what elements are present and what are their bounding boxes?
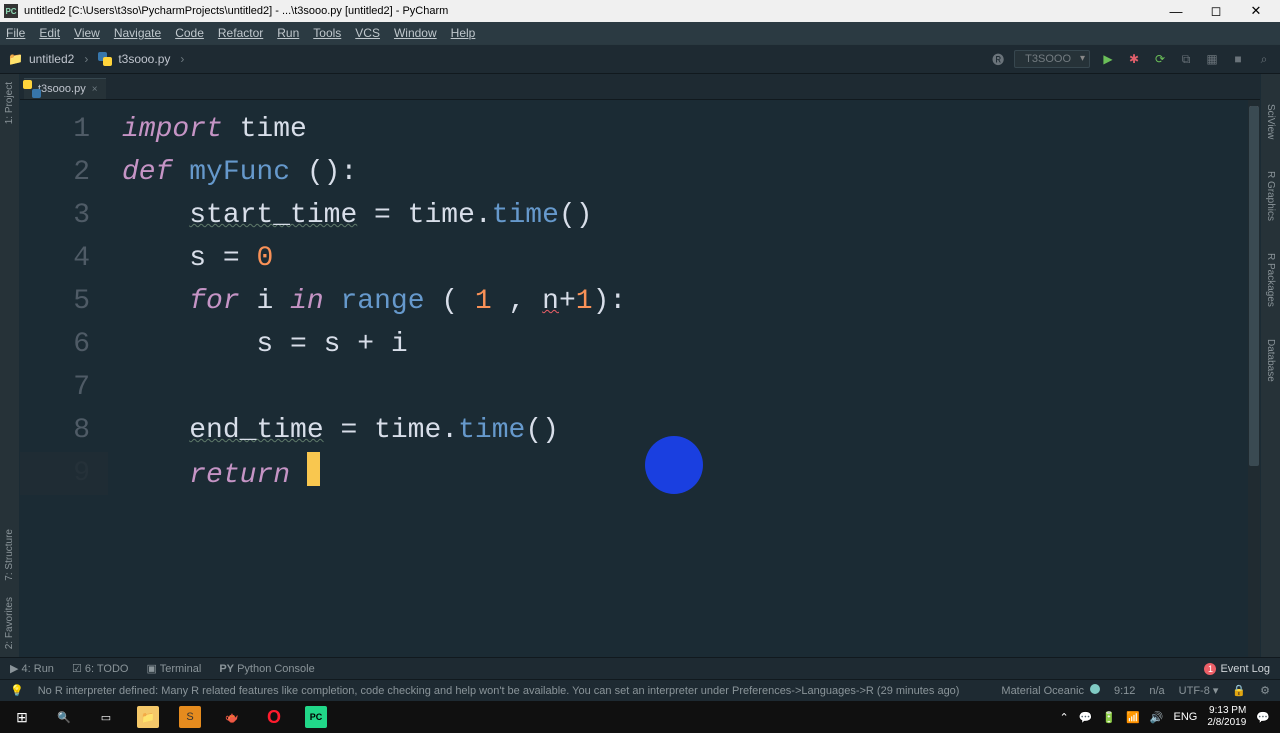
tip-icon: 💡 <box>10 684 24 697</box>
menu-file[interactable]: File <box>6 26 25 40</box>
status-bar: 💡 No R interpreter defined: Many R relat… <box>0 679 1280 701</box>
tray-volume-icon[interactable]: 🔊 <box>1150 711 1164 724</box>
editor-scrollbar[interactable] <box>1248 100 1260 657</box>
geany-icon[interactable]: 🫖 <box>212 701 252 733</box>
folder-icon: 📁 <box>8 52 23 66</box>
cursor-highlight-overlay <box>645 436 703 494</box>
debug-button[interactable]: ✱ <box>1126 52 1142 66</box>
file-explorer-icon[interactable]: 📁 <box>128 701 168 733</box>
tray-battery-icon[interactable]: 🔋 <box>1102 711 1116 724</box>
minimize-button[interactable]: — <box>1156 4 1196 19</box>
breadcrumb-file[interactable]: t3sooo.py <box>118 52 170 66</box>
menu-tools[interactable]: Tools <box>313 26 341 40</box>
cursor-position[interactable]: 9:12 <box>1114 685 1135 697</box>
search-everywhere-button[interactable]: ⌕ <box>1256 52 1272 67</box>
event-log[interactable]: 1Event Log <box>1204 663 1270 675</box>
tool-project[interactable]: 1: Project <box>2 74 17 132</box>
editor-tabs: t3sooo.py × <box>20 74 1260 100</box>
profile-button[interactable]: ⧉ <box>1178 52 1194 67</box>
menu-vcs[interactable]: VCS <box>355 26 380 40</box>
window-title: untitled2 [C:\Users\t3so\PycharmProjects… <box>24 5 448 17</box>
tray-clock[interactable]: 9:13 PM 2/8/2019 <box>1207 705 1246 729</box>
windows-taskbar: ⊞ 🔍 ▭ 📁 S 🫖 O PC ⌃ 💬 🔋 📶 🔊 ENG 9:13 PM 2… <box>0 701 1280 733</box>
stop-button[interactable]: ■ <box>1230 52 1246 66</box>
bottom-tool-bar: ▶ 4: Run ☑ 6: TODO ▣ Terminal PY Python … <box>0 657 1280 679</box>
code-editor[interactable]: 1 2 3 4 5 6 7 8 9 import time def myFunc… <box>20 100 1260 657</box>
navigation-bar: 📁 untitled2 › t3sooo.py › 🅡 T3SOOO ▶ ✱ ⟳… <box>0 44 1280 74</box>
tool-database[interactable]: Database <box>1263 331 1278 390</box>
tray-notification-icon[interactable]: 💬 <box>1079 711 1093 724</box>
close-button[interactable]: ✕ <box>1236 3 1276 19</box>
menu-edit[interactable]: Edit <box>39 26 60 40</box>
tool-structure[interactable]: 7: Structure <box>2 521 17 589</box>
tool-run[interactable]: ▶ 4: Run <box>10 662 54 675</box>
lock-icon[interactable]: 🔒 <box>1232 684 1246 697</box>
app-icon: PC <box>4 4 18 18</box>
scroll-thumb[interactable] <box>1249 106 1259 466</box>
attach-button[interactable]: ▦ <box>1204 52 1220 66</box>
menu-navigate[interactable]: Navigate <box>114 26 161 40</box>
right-tool-gutter: SciView R Graphics R Packages Database <box>1260 74 1280 657</box>
editor-tab[interactable]: t3sooo.py × <box>24 78 106 99</box>
menu-bar: File Edit View Navigate Code Refactor Ru… <box>0 22 1280 44</box>
coverage-button[interactable]: ⟳ <box>1152 52 1168 66</box>
text-cursor <box>307 452 320 486</box>
tool-rpackages[interactable]: R Packages <box>1263 245 1278 315</box>
settings-icon[interactable]: ⚙ <box>1260 684 1270 697</box>
r-lang-icon[interactable]: 🅡 <box>992 51 1004 68</box>
menu-refactor[interactable]: Refactor <box>218 26 263 40</box>
line-numbers: 1 2 3 4 5 6 7 8 9 <box>20 100 108 657</box>
file-encoding[interactable]: UTF-8 ▾ <box>1179 684 1219 697</box>
search-button[interactable]: 🔍 <box>44 701 84 733</box>
tip-message[interactable]: No R interpreter defined: Many R related… <box>38 685 960 697</box>
tray-network-icon[interactable]: 📶 <box>1126 711 1140 724</box>
menu-help[interactable]: Help <box>451 26 476 40</box>
tool-sciview[interactable]: SciView <box>1263 96 1278 147</box>
run-button[interactable]: ▶ <box>1100 52 1116 66</box>
window-titlebar: PC untitled2 [C:\Users\t3so\PycharmProje… <box>0 0 1280 22</box>
tool-terminal[interactable]: ▣ Terminal <box>146 662 201 675</box>
close-tab-icon[interactable]: × <box>92 84 98 95</box>
tool-todo[interactable]: ☑ 6: TODO <box>72 662 129 675</box>
task-view-button[interactable]: ▭ <box>86 701 126 733</box>
start-button[interactable]: ⊞ <box>2 701 42 733</box>
theme-indicator[interactable]: Material Oceanic <box>1001 684 1100 697</box>
code-content[interactable]: import time def myFunc (): start_time = … <box>108 100 1260 657</box>
menu-window[interactable]: Window <box>394 26 437 40</box>
tool-favorites[interactable]: 2: Favorites <box>2 589 17 657</box>
breadcrumb-project[interactable]: untitled2 <box>29 52 74 66</box>
selection-info: n/a <box>1149 685 1164 697</box>
menu-run[interactable]: Run <box>277 26 299 40</box>
opera-icon[interactable]: O <box>254 701 294 733</box>
chevron-right-icon: › <box>180 52 184 66</box>
sublime-icon[interactable]: S <box>170 701 210 733</box>
tool-rgraphics[interactable]: R Graphics <box>1263 163 1278 229</box>
menu-code[interactable]: Code <box>175 26 204 40</box>
tool-python-console[interactable]: PY Python Console <box>219 663 314 675</box>
pycharm-taskbar-icon[interactable]: PC <box>296 701 336 733</box>
action-center-icon[interactable]: 💬 <box>1256 711 1270 724</box>
run-configuration-select[interactable]: T3SOOO <box>1014 50 1090 68</box>
tab-label: t3sooo.py <box>38 83 86 95</box>
menu-view[interactable]: View <box>74 26 100 40</box>
tray-expand-icon[interactable]: ⌃ <box>1059 711 1068 724</box>
tray-language[interactable]: ENG <box>1174 711 1198 723</box>
maximize-button[interactable]: ◻ <box>1196 3 1236 19</box>
chevron-right-icon: › <box>84 52 88 66</box>
left-tool-gutter: 1: Project 7: Structure 2: Favorites <box>0 74 20 657</box>
python-file-icon <box>98 52 112 66</box>
